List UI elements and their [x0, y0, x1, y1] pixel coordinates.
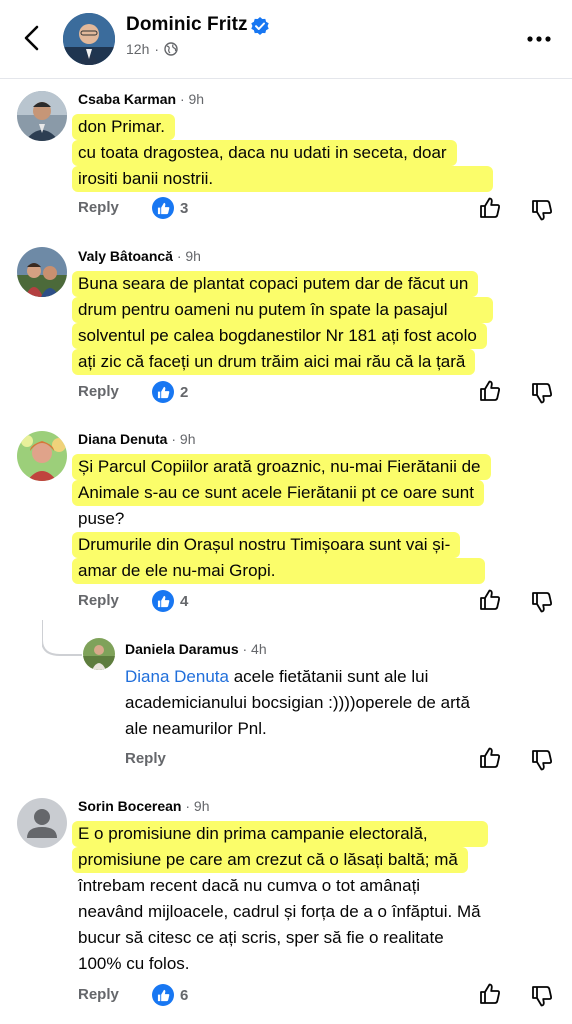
comment-body: E o promisiune din prima campanie electo…: [72, 821, 488, 977]
reply-button[interactable]: Reply: [78, 986, 119, 1003]
thumbs-down-icon[interactable]: [530, 590, 554, 614]
header-divider: [0, 78, 572, 79]
post-meta: 12h ·: [126, 41, 178, 57]
comment-line: neavând mijloacele, cadrul și forța de a…: [78, 902, 481, 921]
comment-time: · 9h: [176, 248, 201, 264]
like-count: 4: [180, 592, 189, 610]
commenter-name[interactable]: Csaba Karman · 9h: [78, 91, 204, 107]
commenter-name-text[interactable]: Sorin Bocerean: [78, 798, 181, 814]
thumbs-up-icon[interactable]: [478, 196, 502, 220]
thumbs-down-icon[interactable]: [530, 748, 554, 772]
comment-line: Buna seara de plantat copaci putem dar d…: [72, 271, 479, 297]
like-count: 6: [180, 986, 189, 1004]
comment-body: Buna seara de plantat copaci putem dar d…: [72, 271, 493, 375]
comment-body: Diana Denuta acele fietătanii sunt ale l…: [125, 664, 470, 742]
commenter-avatar[interactable]: [17, 91, 67, 141]
comment-line: solventul pe calea bogdanestilor Nr 181 …: [72, 323, 487, 349]
comment-line: don Primar.: [72, 114, 175, 140]
verified-badge-icon: [251, 17, 269, 35]
thumbs-up-icon[interactable]: [478, 379, 502, 403]
thumbs-down-icon[interactable]: [530, 381, 554, 405]
like-badge-icon: [152, 197, 174, 219]
comment-line: promisiune pe care am crezut că o lăsați…: [72, 847, 468, 873]
comment-line: bucur să citesc ce ați scris, sper să fi…: [78, 928, 444, 947]
commenter-name-text[interactable]: Valy Bâtoancă: [78, 248, 173, 264]
comment-body: don Primar. cu toata dragostea, daca nu …: [72, 114, 494, 192]
comment-line: Drumurile din Orașul nostru Timișoara su…: [72, 532, 461, 558]
comment-line: drum pentru oameni nu putem în spate la …: [72, 297, 493, 323]
comment-line: ați zic că faceți un drum trăim aici mai…: [72, 349, 476, 375]
comment-line: cu toata dragostea, daca nu udati in sec…: [72, 140, 457, 166]
reaction-count[interactable]: 3: [152, 197, 188, 219]
commenter-avatar[interactable]: [17, 798, 67, 848]
commenter-name-text[interactable]: Diana Denuta: [78, 431, 167, 447]
comment-line: irositi banii nostrii.: [72, 166, 494, 192]
comment-line: acele fietătanii sunt ale lui: [228, 667, 429, 686]
post-time: 12h: [126, 41, 150, 57]
reply-button[interactable]: Reply: [78, 383, 119, 400]
reaction-count[interactable]: 4: [152, 590, 188, 612]
comment-time: · 9h: [171, 431, 196, 447]
like-badge-icon: [152, 381, 174, 403]
mention-link[interactable]: Diana Denuta: [125, 667, 229, 686]
like-count: 3: [180, 199, 189, 217]
author-avatar[interactable]: [63, 13, 115, 65]
reply-button[interactable]: Reply: [78, 592, 119, 609]
post-author-name[interactable]: Dominic Fritz: [126, 14, 248, 36]
comment-line: amar de ele nu-mai Gropi.: [72, 558, 486, 584]
commenter-avatar[interactable]: [17, 431, 67, 481]
comment-line: puse?: [78, 509, 125, 528]
commenter-name[interactable]: Valy Bâtoancă · 9h: [78, 248, 201, 264]
reply-button[interactable]: Reply: [125, 750, 166, 767]
commenter-avatar[interactable]: [17, 247, 67, 297]
more-options-icon[interactable]: [526, 26, 552, 52]
commenter-name-text[interactable]: Daniela Daramus: [125, 641, 239, 657]
thumbs-down-icon[interactable]: [530, 984, 554, 1008]
meta-separator: ·: [154, 41, 160, 57]
comment-line: ale neamurilor Pnl.: [125, 719, 267, 738]
like-badge-icon: [152, 590, 174, 612]
comment-line: E o promisiune din prima campanie electo…: [72, 821, 488, 847]
thumbs-up-icon[interactable]: [478, 982, 502, 1006]
reaction-count[interactable]: 2: [152, 381, 188, 403]
comment-line: Și Parcul Copiilor arată groaznic, nu-ma…: [72, 454, 491, 480]
comment-line: întrebam recent dacă nu cumva o tot amân…: [78, 876, 421, 895]
commenter-name[interactable]: Diana Denuta · 9h: [78, 431, 195, 447]
reaction-count[interactable]: 6: [152, 984, 188, 1006]
commenter-avatar[interactable]: [83, 638, 115, 670]
comment-line: 100% cu folos.: [78, 954, 190, 973]
like-badge-icon: [152, 984, 174, 1006]
comment-time: · 4h: [242, 641, 267, 657]
commenter-name-text[interactable]: Csaba Karman: [78, 91, 176, 107]
globe-icon: [164, 42, 178, 56]
comment-body: Și Parcul Copiilor arată groaznic, nu-ma…: [72, 454, 491, 584]
commenter-name[interactable]: Daniela Daramus · 4h: [125, 641, 267, 657]
comment-time: · 9h: [185, 798, 210, 814]
commenter-name[interactable]: Sorin Bocerean · 9h: [78, 798, 210, 814]
thumbs-up-icon[interactable]: [478, 746, 502, 770]
like-count: 2: [180, 383, 189, 401]
comment-time: · 9h: [179, 91, 205, 107]
comment-line: Animale s-au ce sunt acele Fierătanii pt…: [72, 480, 484, 506]
thumbs-down-icon[interactable]: [530, 198, 554, 222]
post-header: Dominic Fritz 12h ·: [0, 0, 572, 78]
thumbs-up-icon[interactable]: [478, 588, 502, 612]
comment-line: academicianului bocsigian :))))operele d…: [125, 693, 470, 712]
back-arrow-icon[interactable]: [18, 22, 46, 54]
reply-button[interactable]: Reply: [78, 199, 119, 216]
